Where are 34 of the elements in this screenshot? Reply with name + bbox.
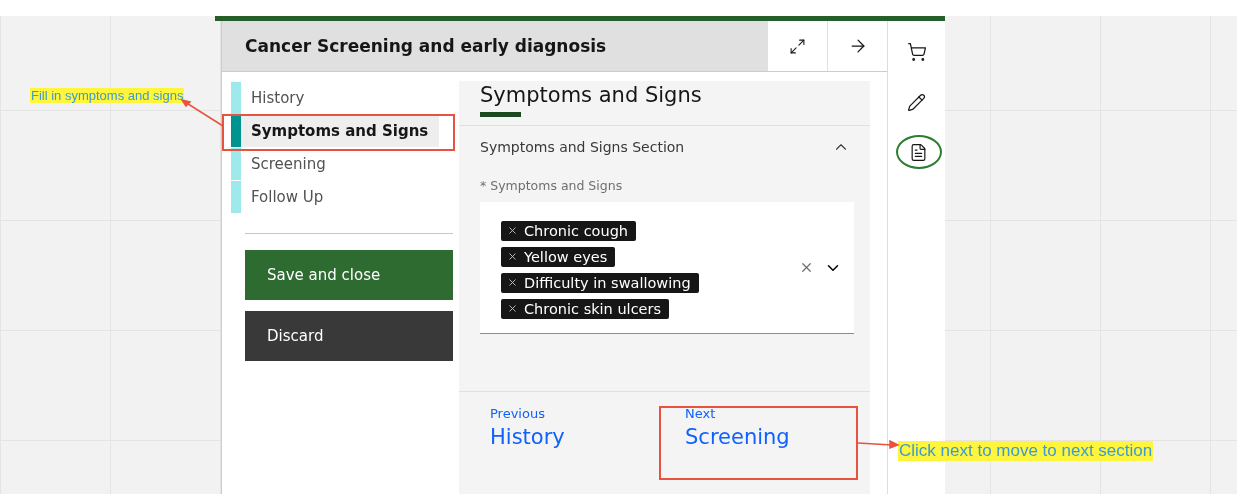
section-heading: Symptoms and Signs (479, 82, 703, 107)
panel-title: Cancer Screening and early diagnosis (222, 21, 767, 71)
remove-icon (507, 277, 518, 288)
next-link[interactable]: Next Screening (685, 406, 855, 449)
tag[interactable]: Yellow eyes (501, 246, 616, 267)
field-label: * Symptoms and Signs (479, 177, 624, 193)
remove-icon (507, 251, 518, 262)
remove-icon (507, 303, 518, 314)
previous-link[interactable]: Previous History (490, 406, 660, 449)
tag[interactable]: Difficulty in swallowing (501, 272, 699, 293)
cart-icon (906, 42, 927, 62)
tag[interactable]: Chronic cough (501, 220, 637, 241)
accordion-header[interactable]: Symptoms and Signs Section (459, 125, 870, 156)
annotation-note: Fill in symptoms and signs (30, 88, 185, 103)
multiselect-field[interactable]: Chronic cough Yellow eyes Difficulty in swallowing Chronic skin ulcers (480, 202, 854, 334)
annotation-arrow (182, 100, 224, 127)
nav-item[interactable]: Symptoms and Signs (231, 114, 439, 147)
link-caption: Next (685, 406, 717, 421)
link-label: History (490, 425, 566, 449)
clear-icon[interactable] (799, 260, 814, 275)
annotation-note: Click next to move to next section (898, 441, 1154, 461)
annotation-arrow (858, 440, 898, 448)
document-icon (909, 142, 928, 162)
tag[interactable]: Chronic skin ulcers (501, 298, 670, 319)
rail-button[interactable] (895, 135, 942, 169)
accordion-title: Symptoms and Signs Section (480, 139, 685, 155)
link-label: Screening (685, 425, 791, 449)
expand-icon (789, 37, 806, 55)
discard-button[interactable]: Discard (245, 311, 453, 361)
pencil-icon (907, 92, 926, 112)
remove-icon (507, 225, 518, 236)
heading-underline (480, 112, 521, 117)
link-caption: Previous (490, 406, 546, 421)
save-button[interactable]: Save and close (245, 250, 453, 300)
